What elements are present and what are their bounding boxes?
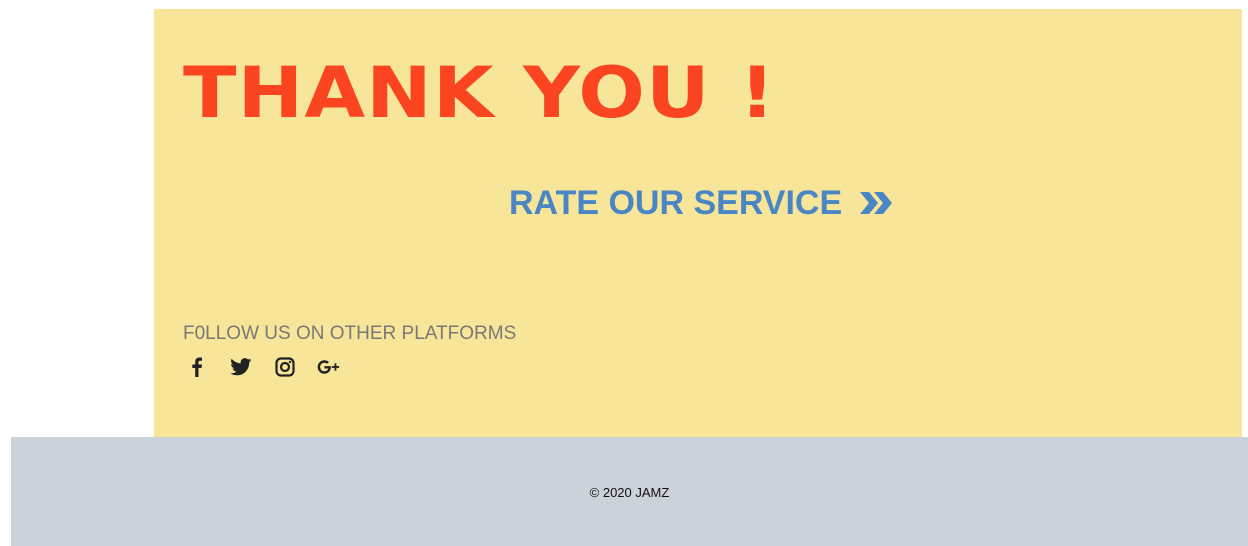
copyright-text: © 2020 JAMZ	[589, 485, 670, 500]
instagram-icon[interactable]	[273, 355, 297, 379]
double-chevron-right-icon	[858, 189, 894, 217]
rate-service-label: RATE OUR SERVICE	[509, 184, 843, 222]
footer: © 2020 JAMZ	[11, 437, 1248, 546]
google-plus-icon[interactable]	[317, 355, 341, 379]
facebook-icon[interactable]	[185, 355, 209, 379]
page: THANK YOU ! RATE OUR SERVICE F0LLOW US O…	[0, 0, 1248, 546]
thank-you-title: THANK YOU !	[183, 52, 777, 134]
follow-us-label: F0LLOW US ON OTHER PLATFORMS	[183, 323, 517, 344]
social-links	[185, 355, 341, 379]
twitter-icon[interactable]	[229, 355, 253, 379]
rate-service-link[interactable]: RATE OUR SERVICE	[509, 181, 894, 225]
thank-you-panel: THANK YOU ! RATE OUR SERVICE F0LLOW US O…	[154, 9, 1242, 437]
